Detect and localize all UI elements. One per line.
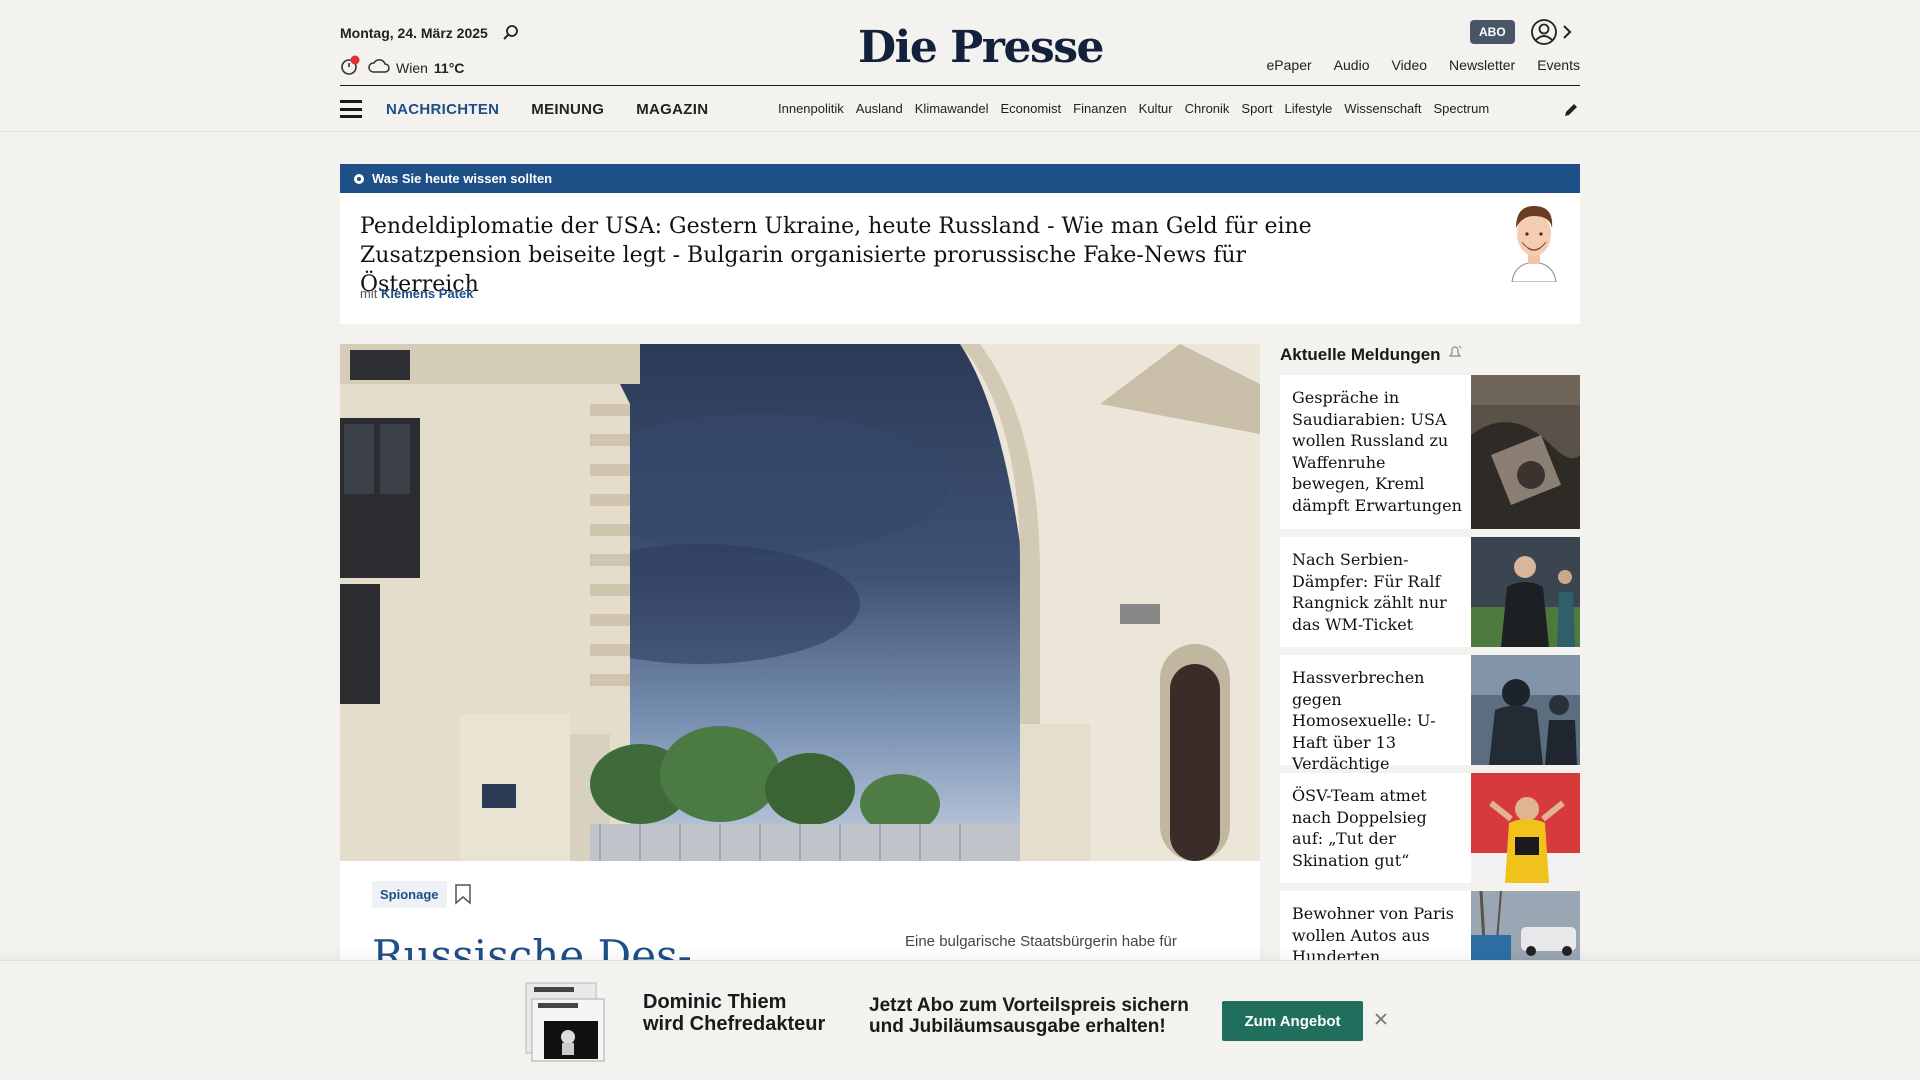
author-avatar [1506, 198, 1562, 287]
nav-finanzen[interactable]: Finanzen [1073, 101, 1126, 116]
timer-icon[interactable] [340, 55, 362, 80]
nav-wissenschaft[interactable]: Wissenschaft [1344, 101, 1421, 116]
nav-innenpolitik[interactable]: Innenpolitik [778, 101, 844, 116]
weather-city: Wien [396, 59, 428, 76]
news-item[interactable]: Bewohner von Paris wollen Autos aus Hund… [1280, 891, 1580, 960]
link-epaper[interactable]: ePaper [1267, 57, 1312, 73]
daily-briefing[interactable]: Was Sie heute wissen sollten Pendeldiplo… [340, 164, 1580, 324]
date-row: Montag, 24. März 2025 [340, 24, 520, 42]
subscription-banner: Dominic Thiem wird Chefredakteur Jetzt A… [0, 960, 1920, 1080]
nav-kultur[interactable]: Kultur [1139, 101, 1173, 116]
nav-divider [340, 85, 1580, 86]
news-item[interactable]: Nach Serbien-Dämpfer: Für Ralf Rangnick … [1280, 537, 1580, 647]
news-item[interactable]: Hassverbrechen gegen Homosexuelle: U-Haf… [1280, 655, 1580, 795]
live-dot-icon [354, 173, 364, 184]
news-title[interactable]: Nach Serbien-Dämpfer: Für Ralf Rangnick … [1292, 549, 1462, 635]
nav-meinung[interactable]: MEINUNG [531, 101, 604, 118]
banner-offer-line1: Jetzt Abo zum Vorteilspreis sichern [869, 995, 1189, 1016]
news-title[interactable]: Gespräche in Saudiarabien: USA wollen Ru… [1292, 387, 1462, 516]
link-audio[interactable]: Audio [1334, 57, 1370, 73]
sidebar-header: Aktuelle Meldungen [1280, 344, 1463, 365]
banner-offer-line2: und Jubiläumsausgabe erhalten! [869, 1016, 1166, 1037]
briefing-label: Was Sie heute wissen sollten [372, 171, 553, 186]
nav-sub-sections: Innenpolitik Ausland Klimawandel Economi… [778, 101, 1538, 116]
offer-button[interactable]: Zum Angebot [1222, 1001, 1363, 1041]
news-thumbnail [1471, 891, 1580, 960]
news-thumbnail [1471, 773, 1580, 883]
nav-klimawandel[interactable]: Klimawandel [915, 101, 989, 116]
banner-offer: Jetzt Abo zum Vorteilspreis sichern und … [869, 995, 1189, 1037]
nav-magazin[interactable]: MAGAZIN [636, 101, 708, 118]
nav-main-sections: NACHRICHTEN MEINUNG MAGAZIN [386, 101, 708, 118]
sidebar-title: Aktuelle Meldungen [1280, 344, 1441, 364]
main-nav: NACHRICHTEN MEINUNG MAGAZIN Innenpolitik… [340, 95, 1580, 123]
news-title[interactable]: Bewohner von Paris wollen Autos aus Hund… [1292, 903, 1462, 960]
nav-chronik[interactable]: Chronik [1185, 101, 1230, 116]
lead-teaser: Eine bulgarische Staatsbürgerin habe für [905, 933, 1177, 950]
top-links: ePaper Audio Video Newsletter Events [1267, 57, 1580, 73]
nav-economist[interactable]: Economist [1000, 101, 1061, 116]
search-icon[interactable] [502, 24, 520, 42]
account-menu[interactable] [1530, 18, 1572, 51]
banner-headline: Dominic Thiem wird Chefredakteur [643, 991, 825, 1035]
weather-temp: 11°C [433, 59, 465, 76]
article-tag[interactable]: Spionage [372, 881, 447, 908]
newspaper-stack-image [524, 981, 606, 1068]
link-events[interactable]: Events [1537, 57, 1580, 73]
nav-nachrichten[interactable]: NACHRICHTEN [386, 101, 499, 118]
news-thumbnail [1471, 375, 1580, 529]
nav-spectrum[interactable]: Spectrum [1434, 101, 1490, 116]
nav-sport[interactable]: Sport [1241, 101, 1272, 116]
news-item[interactable]: Gespräche in Saudiarabien: USA wollen Ru… [1280, 375, 1580, 529]
nav-ausland[interactable]: Ausland [856, 101, 903, 116]
nav-lifestyle[interactable]: Lifestyle [1285, 101, 1333, 116]
banner-headline-line2: wird Chefredakteur [643, 1013, 826, 1035]
close-icon[interactable] [1373, 1011, 1389, 1032]
briefing-bar: Was Sie heute wissen sollten [340, 164, 1580, 193]
pencil-icon[interactable] [1562, 101, 1580, 124]
author-prefix: mit [360, 286, 378, 301]
abo-button[interactable]: ABO [1470, 20, 1515, 44]
news-thumbnail [1471, 537, 1580, 647]
current-date: Montag, 24. März 2025 [340, 25, 488, 41]
link-newsletter[interactable]: Newsletter [1449, 57, 1515, 73]
news-title[interactable]: ÖSV-Team atmet nach Doppelsieg auf: „Tut… [1292, 785, 1462, 871]
bell-icon[interactable] [1447, 344, 1463, 365]
header-inner: Montag, 24. März 2025 Wien 11°C Die Pres… [340, 0, 1580, 132]
weather-widget[interactable]: Wien 11°C [340, 55, 464, 80]
chevron-right-icon[interactable] [1562, 24, 1572, 45]
news-item[interactable]: ÖSV-Team atmet nach Doppelsieg auf: „Tut… [1280, 773, 1580, 883]
briefing-author: mit Klemens Patek [360, 286, 473, 301]
author-name[interactable]: Klemens Patek [381, 286, 474, 301]
link-video[interactable]: Video [1391, 57, 1427, 73]
user-icon[interactable] [1530, 18, 1558, 51]
site-header: Montag, 24. März 2025 Wien 11°C Die Pres… [0, 0, 1920, 132]
briefing-title[interactable]: Pendeldiplomatie der USA: Gestern Ukrain… [360, 212, 1360, 299]
lead-article-image[interactable] [340, 344, 1260, 861]
site-logo[interactable]: Die Presse [858, 22, 1104, 73]
cloud-icon [368, 58, 390, 77]
news-thumbnail [1471, 655, 1580, 765]
bookmark-icon[interactable] [454, 883, 472, 910]
banner-headline-line1: Dominic Thiem [643, 991, 787, 1013]
hamburger-menu-icon[interactable] [340, 100, 362, 118]
